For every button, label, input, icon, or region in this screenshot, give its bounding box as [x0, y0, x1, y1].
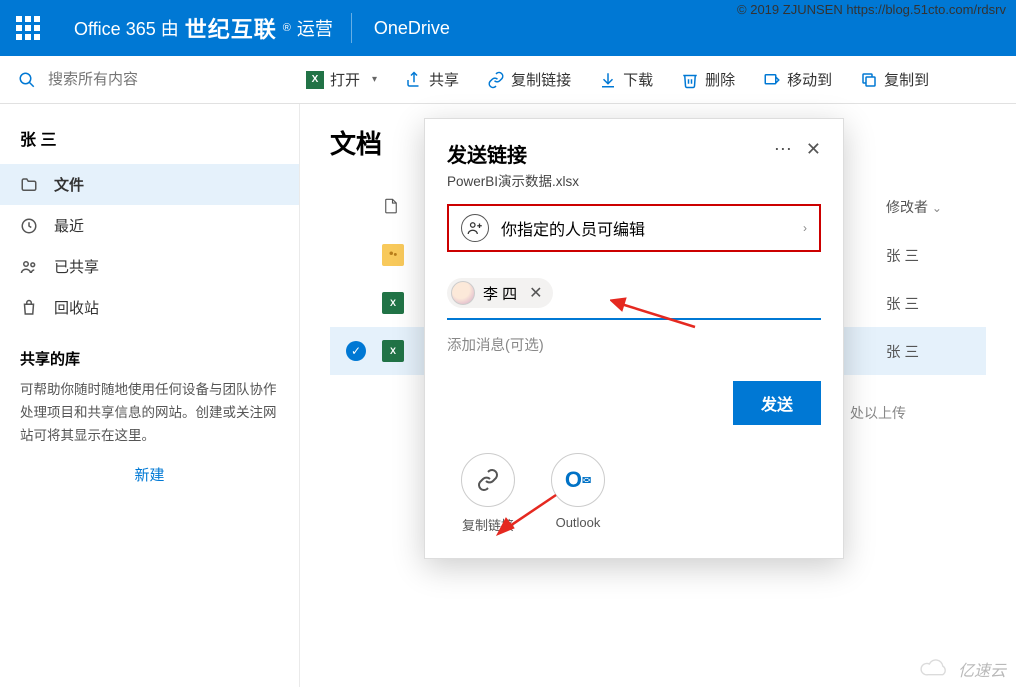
copyto-button[interactable]: 复制到	[850, 56, 939, 104]
people-icon	[20, 258, 40, 276]
delete-button[interactable]: 删除	[671, 56, 745, 104]
folder-icon	[20, 176, 40, 194]
avatar	[451, 281, 475, 305]
trash-icon	[681, 71, 699, 89]
download-button[interactable]: 下载	[589, 56, 663, 104]
file-header-icon[interactable]	[382, 195, 400, 217]
chevron-right-icon: ›	[803, 221, 807, 235]
permission-selector[interactable]: 你指定的人员可编辑 ›	[447, 204, 821, 252]
recipient-name: 李 四	[483, 283, 517, 304]
close-icon[interactable]: ✕	[806, 139, 821, 160]
download-icon	[599, 71, 617, 89]
people-plus-icon	[461, 214, 489, 242]
link-icon	[487, 71, 505, 89]
sidebar: 张 三 文件 最近 已共享 回收站 共享的库 可帮助你随时随地使用任何设备与团队…	[0, 104, 300, 687]
modifier-cell: 张 三	[886, 293, 986, 314]
shared-folder-icon	[382, 244, 404, 266]
sidebar-item-label: 回收站	[54, 297, 99, 318]
moveto-button[interactable]: 移动到	[753, 56, 842, 104]
clock-icon	[20, 217, 40, 235]
annotation-arrow	[610, 295, 700, 340]
app-launcher[interactable]	[0, 0, 56, 56]
excel-file-icon: X	[382, 292, 404, 314]
sidebar-item-label: 已共享	[54, 256, 99, 277]
copy-icon	[860, 71, 878, 89]
waffle-icon	[16, 16, 40, 40]
sidebar-item-recent[interactable]: 最近	[0, 205, 299, 246]
user-name: 张 三	[0, 118, 299, 164]
share-button[interactable]: 共享	[395, 56, 469, 104]
new-library-link[interactable]: 新建	[0, 448, 299, 501]
remove-chip-icon[interactable]: ✕	[525, 283, 542, 303]
watermark: 亿速云	[918, 657, 1006, 681]
sidebar-item-files[interactable]: 文件	[0, 164, 299, 205]
chevron-down-icon: ⌄	[932, 201, 942, 215]
copyright-text: © 2019 ZJUNSEN https://blog.51cto.com/rd…	[737, 2, 1006, 17]
dialog-subtitle: PowerBI演示数据.xlsx	[447, 170, 579, 190]
permission-label: 你指定的人员可编辑	[501, 216, 791, 240]
checked-icon[interactable]: ✓	[346, 341, 366, 361]
dialog-title: 发送链接	[447, 139, 579, 168]
app-name[interactable]: OneDrive	[352, 18, 472, 39]
recipient-chip: 李 四 ✕	[447, 278, 553, 308]
share-icon	[405, 71, 423, 89]
excel-file-icon: X	[382, 340, 404, 362]
excel-icon: X	[306, 71, 324, 89]
recycle-icon	[20, 299, 40, 317]
move-icon	[763, 71, 781, 89]
more-icon[interactable]: ⋯	[774, 139, 792, 160]
send-button[interactable]: 发送	[733, 381, 821, 425]
shared-libraries-desc: 可帮助你随时随地使用任何设备与团队协作处理项目和共享信息的网站。创建或关注网站可…	[0, 379, 299, 448]
sidebar-item-label: 文件	[54, 174, 84, 195]
column-modifier[interactable]: 修改者 ⌄	[886, 197, 986, 217]
search-input[interactable]	[48, 71, 228, 88]
modifier-cell: 张 三	[886, 245, 986, 266]
suite-brand: Office 365 由 世纪互联 ® 运营	[56, 12, 351, 44]
sidebar-item-recycle[interactable]: 回收站	[0, 287, 299, 328]
search-box[interactable]	[18, 71, 288, 89]
open-button[interactable]: X 打开▾	[296, 56, 387, 104]
sidebar-item-shared[interactable]: 已共享	[0, 246, 299, 287]
copylink-button[interactable]: 复制链接	[477, 56, 581, 104]
search-icon	[18, 71, 36, 89]
annotation-arrow	[494, 490, 564, 545]
command-bar: X 打开▾ 共享 复制链接 下载 删除 移动到 复制到	[0, 56, 1016, 104]
sidebar-item-label: 最近	[54, 215, 84, 236]
shared-libraries-heading: 共享的库	[0, 328, 299, 379]
modifier-cell: 张 三	[886, 341, 986, 362]
chevron-down-icon: ▾	[366, 74, 377, 85]
